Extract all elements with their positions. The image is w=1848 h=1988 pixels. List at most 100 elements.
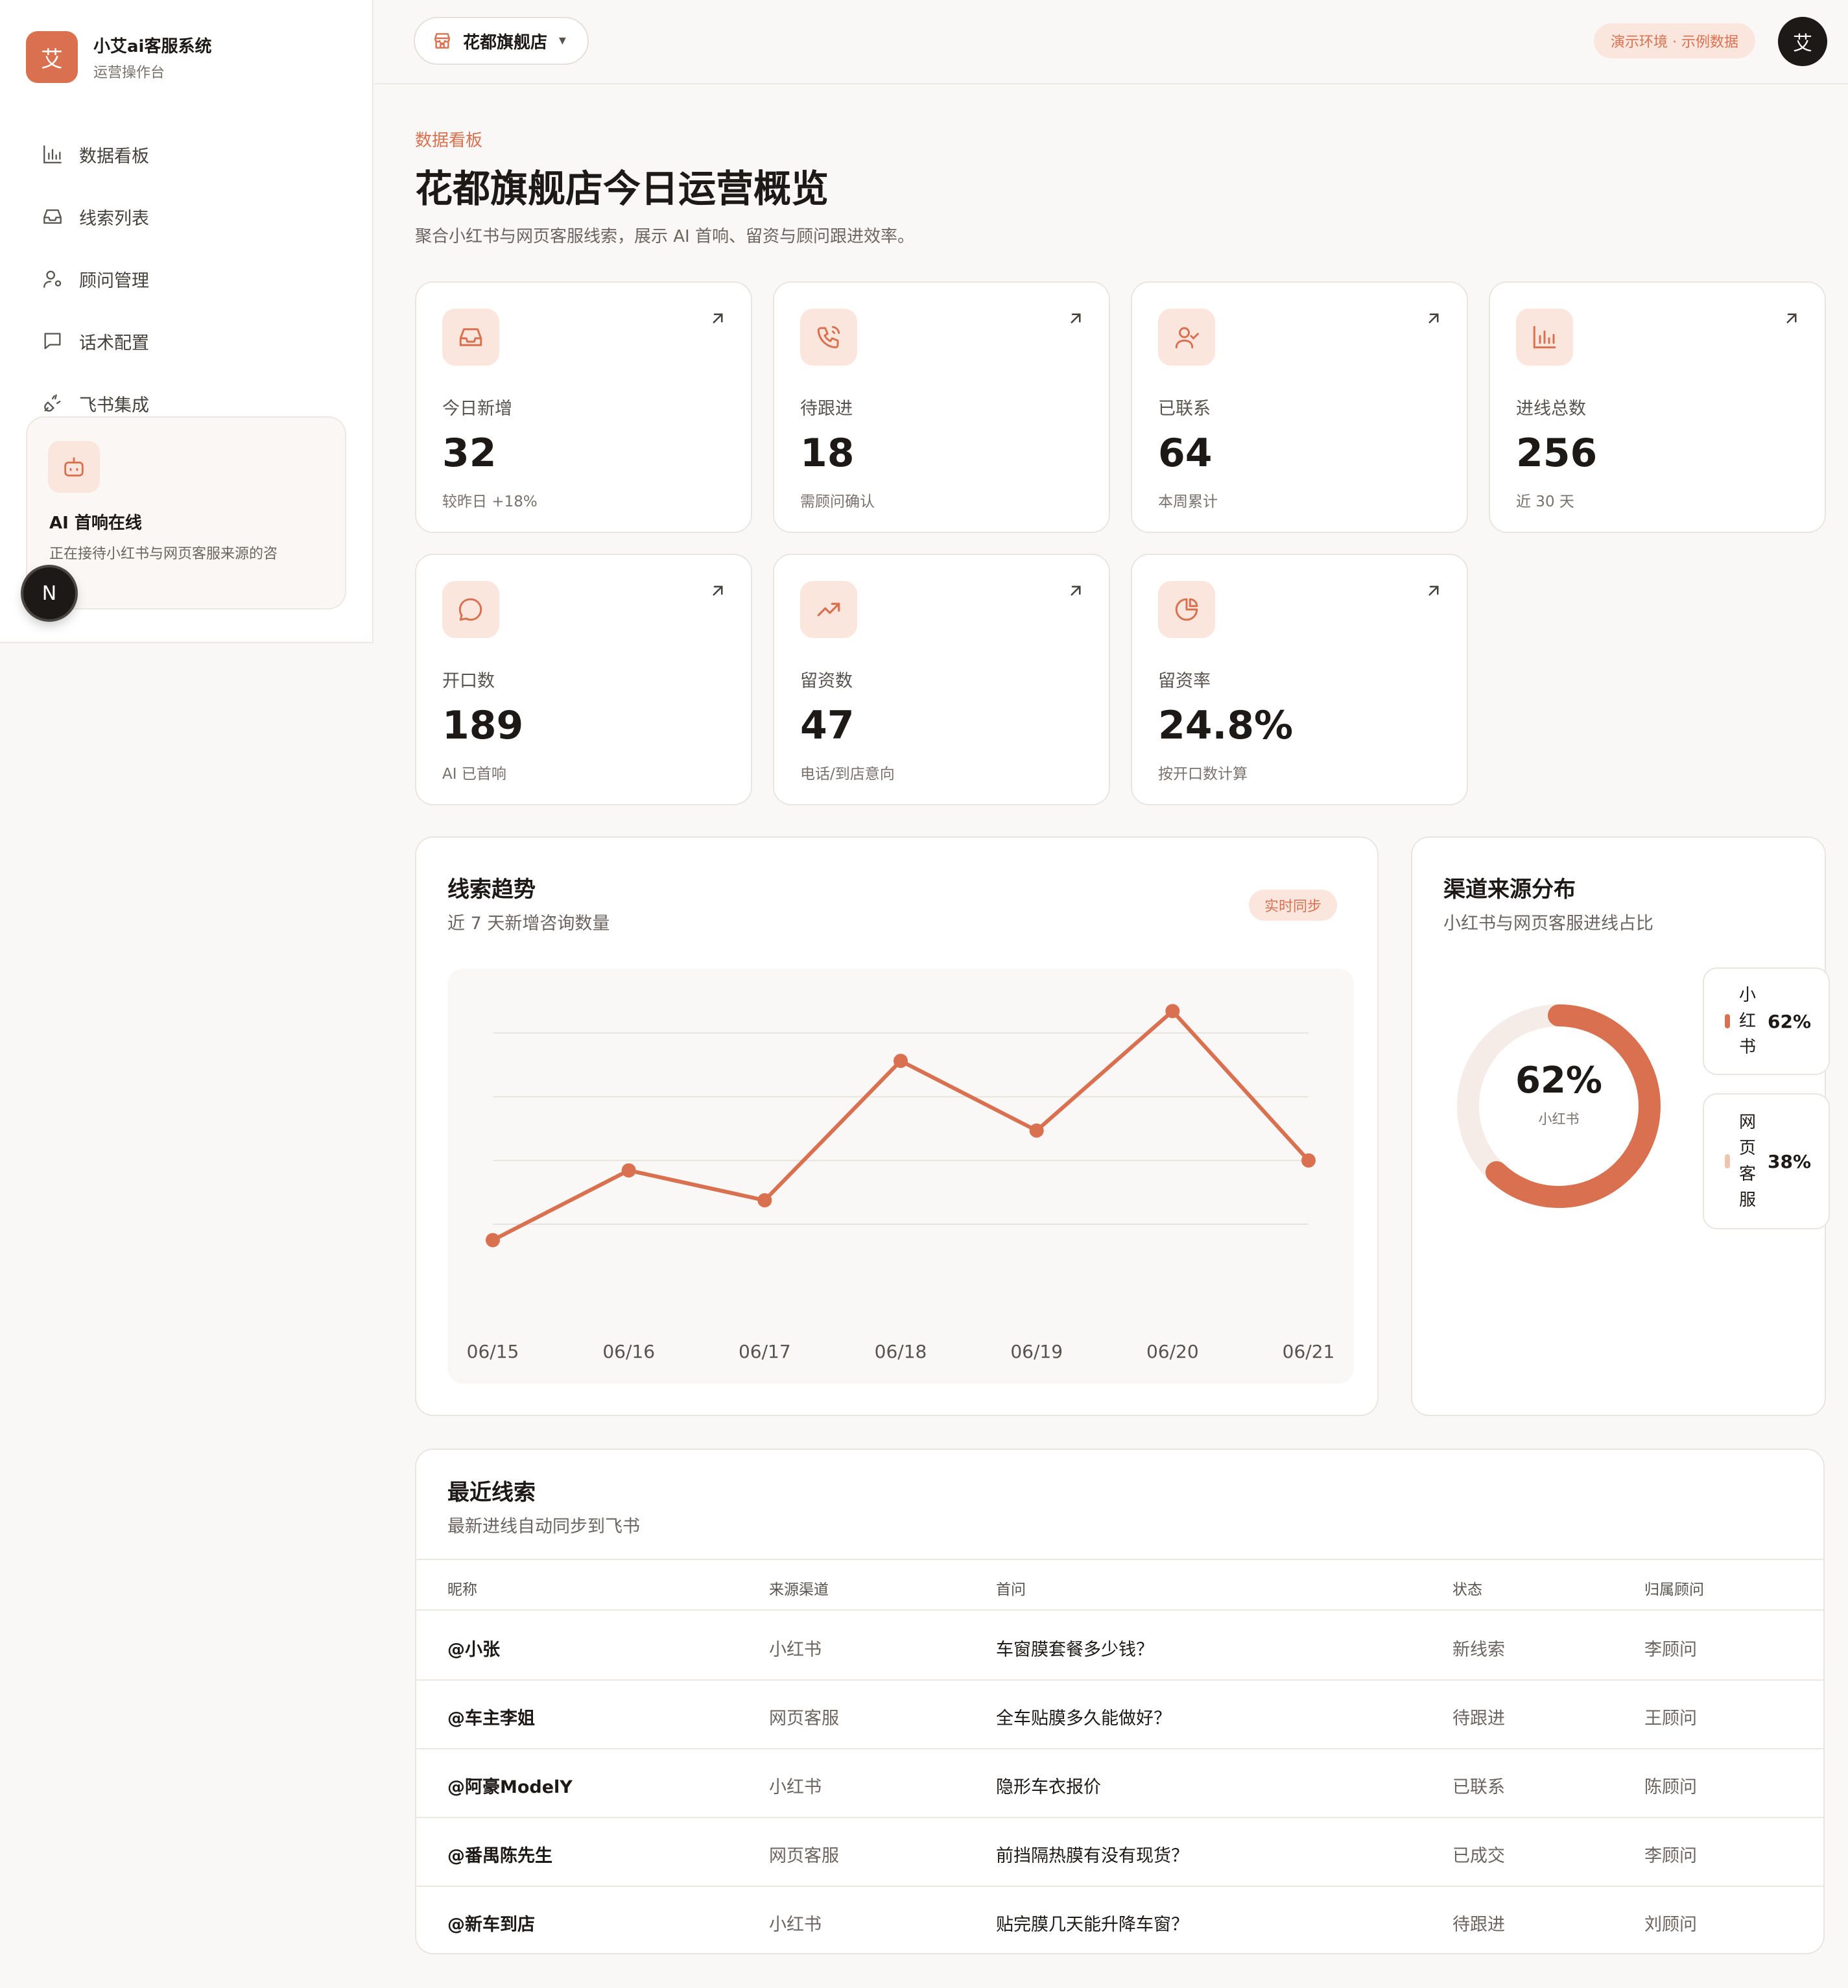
trend-subtitle: 近 7 天新增咨询数量 [447,914,610,934]
table-body: @小张 小红书 车窗膜套餐多少钱？ 新线索 李顾问 @车主李姐 网页客服 全车贴… [416,1612,1825,1956]
metric-label: 开口数 [442,671,495,691]
data-point [486,1233,500,1248]
metric-card-new-today[interactable]: 今日新增 32 较昨日 +18% [415,281,752,533]
metric-note: 电话/到店意向 [800,766,895,783]
floating-n-button[interactable]: N [23,567,75,619]
brand-logo: 艾 [26,31,78,83]
inbox-icon [43,209,62,224]
metric-card-contacted[interactable]: 已联系 64 本周累计 [1131,281,1468,533]
env-badge: 演示环境 · 示例数据 [1594,23,1755,58]
cell-status: 待跟进 [1452,1915,1505,1935]
cell-nickname: @番禺陈先生 [447,1846,552,1866]
phone-icon [817,325,840,349]
series-line [491,1009,1310,1242]
column-header-nickname[interactable]: 昵称 [447,1577,477,1599]
pie-chart-icon [1175,598,1198,621]
cell-channel: 小红书 [769,1915,822,1935]
metric-card-total-inbound[interactable]: 进线总数 256 近 30 天 [1489,281,1826,533]
arrow-up-right-icon[interactable] [708,581,728,600]
metric-value: 47 [800,703,855,748]
arrow-up-right-icon[interactable] [708,309,728,328]
column-header-channel[interactable]: 来源渠道 [769,1577,829,1599]
trend-chart: 06/15 06/16 06/17 06/18 06/19 06/20 06/21 [447,969,1354,1384]
x-tick-label: 06/17 [739,1341,791,1362]
metric-value: 18 [800,431,855,476]
cell-channel: 小红书 [769,1777,822,1797]
trend-chart-svg: 06/15 06/16 06/17 06/18 06/19 06/20 06/21 [467,1004,1334,1362]
cell-advisor: 王顾问 [1644,1709,1697,1729]
top-header: 花都旗舰店 ▼ 演示环境 · 示例数据 艾 [375,0,1848,84]
table-row[interactable]: @小张 小红书 车窗膜套餐多少钱？ 新线索 李顾问 [416,1612,1825,1681]
metric-card-capture-rate[interactable]: 留资率 24.8% 按开口数计算 [1131,554,1468,805]
cell-advisor: 李顾问 [1644,1846,1697,1866]
metric-note: 需顾问确认 [800,493,875,510]
user-avatar[interactable]: 艾 [1778,17,1827,66]
legend-swatch [1725,1014,1730,1028]
sidebar-item-dashboard[interactable]: 数据看板 [26,123,348,185]
message-square-icon [44,333,61,349]
cell-nickname: @车主李姐 [447,1709,535,1729]
metric-label: 今日新增 [442,399,512,419]
store-selector[interactable]: 花都旗舰店 ▼ [414,17,589,65]
metric-value: 24.8% [1158,703,1294,748]
table-row[interactable]: @阿豪ModelY 小红书 隐形车衣报价 已联系 陈顾问 [416,1749,1825,1818]
bot-icon [64,457,84,477]
page-title: 花都旗舰店今日运营概览 [415,167,829,211]
metric-note: AI 已首响 [442,766,506,783]
arrow-up-right-icon[interactable] [1424,309,1443,328]
store-name: 花都旗舰店 [463,32,548,53]
sidebar-item-label: 顾问管理 [79,270,149,291]
sidebar-item-label: 线索列表 [79,208,149,229]
brand: 艾 小艾ai客服系统 运营操作台 [26,31,211,83]
data-point [621,1163,636,1178]
channel-subtitle: 小红书与网页客服进线占比 [1443,914,1653,934]
arrow-up-right-icon[interactable] [1066,309,1085,328]
metric-label: 待跟进 [800,399,853,419]
arrow-up-right-icon[interactable] [1782,309,1801,328]
sidebar-item-advisors[interactable]: 顾问管理 [26,248,348,310]
cell-question: 前挡隔热膜有没有现货？ [996,1846,1189,1866]
legend-item-web-service: 网页客服 38% [1703,1093,1830,1229]
live-sync-badge: 实时同步 [1249,890,1338,921]
column-header-status[interactable]: 状态 [1452,1577,1482,1599]
metric-card-pending[interactable]: 待跟进 18 需顾问确认 [773,281,1110,533]
cell-channel: 网页客服 [769,1709,839,1729]
metric-card-leads-captured[interactable]: 留资数 47 电话/到店意向 [773,554,1110,805]
column-header-question[interactable]: 首问 [996,1577,1026,1599]
x-tick-label: 06/19 [1010,1341,1063,1362]
legend-item-xiaohongshu: 小红书 62% [1703,967,1830,1075]
trend-card: 线索趋势 近 7 天新增咨询数量 实时同步 06/15 06/16 06/17 06/… [415,836,1379,1416]
store-icon [434,33,450,49]
bar-chart-icon [43,145,62,163]
metric-card-opened[interactable]: 开口数 189 AI 已首响 [415,554,752,805]
cell-nickname: @小张 [447,1640,500,1660]
page-description: 聚合小红书与网页客服线索，展示 AI 首响、留资与顾问跟进效率。 [415,227,914,246]
table-row[interactable]: @车主李姐 网页客服 全车贴膜多久能做好？ 待跟进 王顾问 [416,1681,1825,1749]
column-header-advisor[interactable]: 归属顾问 [1644,1577,1704,1599]
cell-status: 待跟进 [1452,1709,1505,1729]
arrow-up-right-icon[interactable] [1424,581,1443,600]
sidebar-item-leads[interactable]: 线索列表 [26,185,348,248]
table-row[interactable]: @新车到店 小红书 贴完膜几天能升降车窗？ 待跟进 刘顾问 [416,1887,1825,1956]
channel-card: 渠道来源分布 小红书与网页客服进线占比 62% 小红书 小红书 62% 网页客服… [1411,836,1830,1416]
table-row[interactable]: @番禺陈先生 网页客服 前挡隔热膜有没有现货？ 已成交 李顾问 [416,1818,1825,1887]
recent-title: 最近线索 [447,1480,536,1506]
ai-status-title: AI 首响在线 [49,514,142,533]
bar-chart-icon [1533,325,1556,349]
legend-label: 网页客服 [1739,1113,1757,1210]
metric-label: 已联系 [1158,399,1211,419]
legend-swatch [1725,1154,1730,1168]
cell-advisor: 陈顾问 [1644,1777,1697,1797]
sidebar-item-label: 飞书集成 [79,395,149,416]
arrow-up-right-icon[interactable] [1066,581,1085,600]
legend-value: 62% [1768,1010,1812,1032]
cell-channel: 网页客服 [769,1846,839,1866]
bot-icon-wrap [48,441,100,493]
legend-label: 小红书 [1739,986,1757,1057]
sidebar-item-label: 话术配置 [79,333,149,353]
metric-note: 较昨日 +18% [442,493,538,510]
sidebar-item-scripts[interactable]: 话术配置 [26,310,348,372]
cell-status: 已成交 [1452,1846,1505,1866]
legend-value: 38% [1768,1150,1812,1172]
data-point [757,1193,772,1208]
